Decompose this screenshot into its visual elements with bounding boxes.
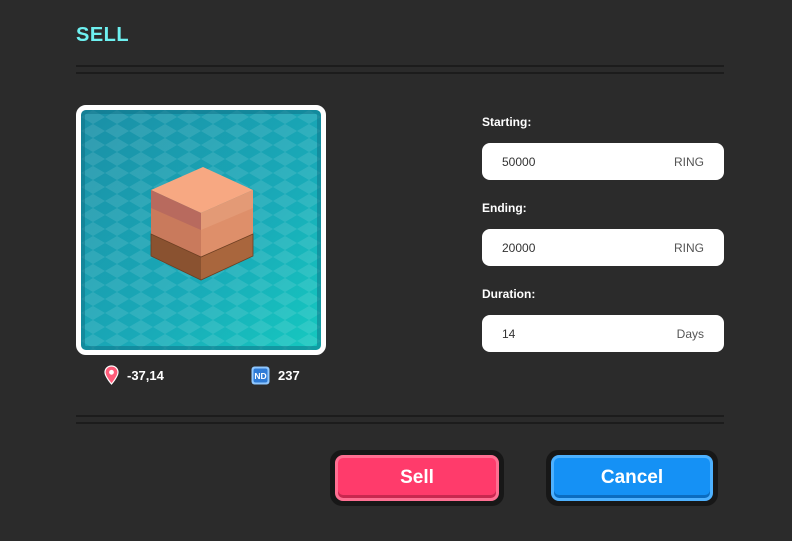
- ending-price-unit: RING: [674, 240, 704, 255]
- cube-icon: [150, 167, 254, 281]
- ending-price-field[interactable]: 20000 RING: [482, 229, 724, 266]
- sell-button[interactable]: Sell: [335, 455, 499, 501]
- parcel-count: ND 237: [251, 365, 300, 385]
- location-pin-icon: [104, 365, 119, 385]
- ending-label: Ending:: [482, 201, 527, 215]
- ending-price-value[interactable]: 20000: [502, 241, 535, 255]
- duration-label: Duration:: [482, 287, 536, 301]
- top-divider: [76, 65, 724, 74]
- starting-label: Starting:: [482, 115, 532, 129]
- starting-price-unit: RING: [674, 154, 704, 169]
- land-tile-image: [81, 110, 321, 350]
- bottom-divider: [76, 415, 724, 424]
- count-value: 237: [278, 367, 300, 383]
- land-preview: [76, 105, 326, 355]
- starting-price-value[interactable]: 50000: [502, 155, 535, 169]
- svg-text:ND: ND: [254, 371, 266, 381]
- coordinates-value: -37,14: [127, 367, 164, 383]
- duration-value[interactable]: 14: [502, 327, 515, 341]
- cancel-button[interactable]: Cancel: [551, 455, 713, 501]
- duration-unit: Days: [676, 326, 704, 341]
- duration-field[interactable]: 14 Days: [482, 315, 724, 352]
- starting-price-field[interactable]: 50000 RING: [482, 143, 724, 180]
- cancel-button-frame: Cancel: [546, 450, 718, 506]
- page-title: SELL: [76, 24, 130, 46]
- parcel-coordinates: -37,14: [104, 365, 164, 385]
- sell-button-frame: Sell: [330, 450, 504, 506]
- nd-badge-icon: ND: [251, 366, 270, 384]
